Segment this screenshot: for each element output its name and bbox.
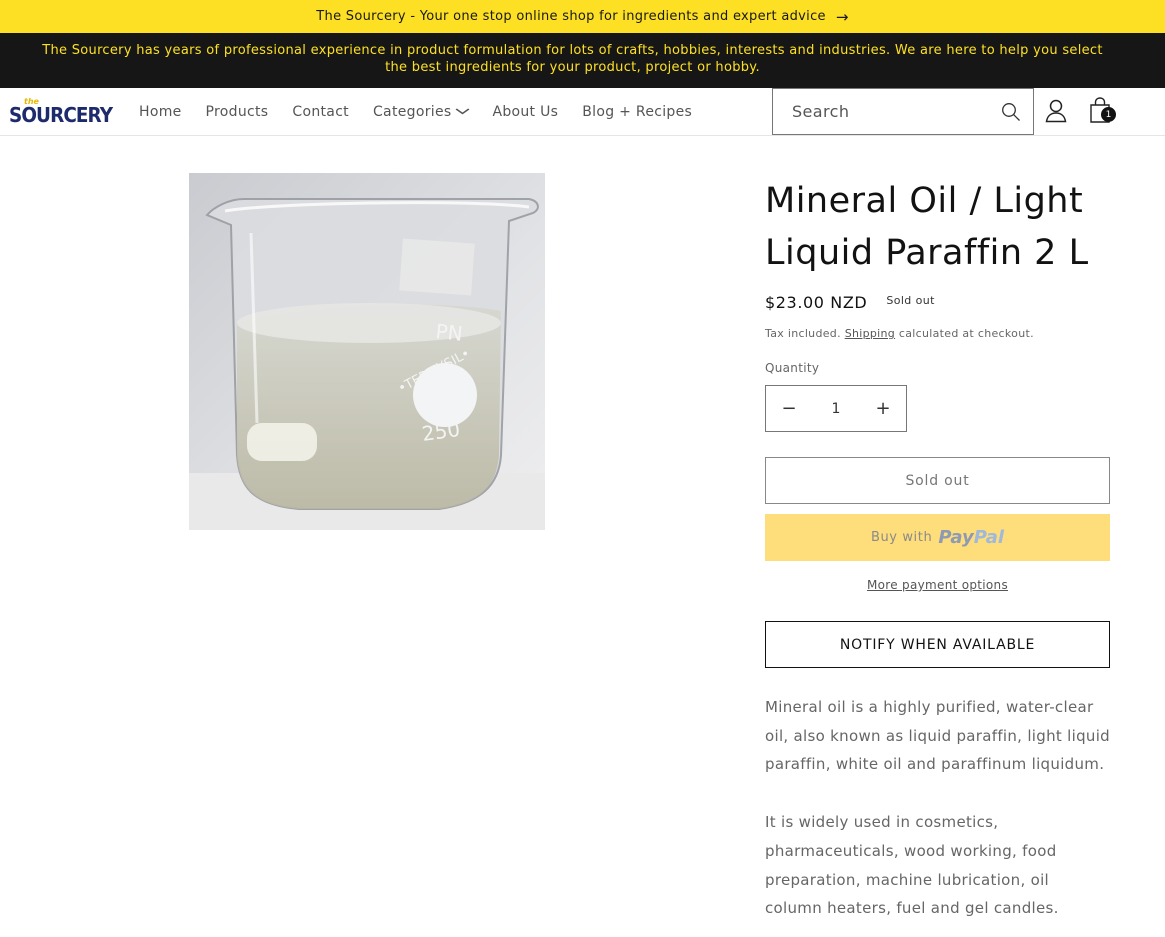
tax-prefix: Tax included. [765,327,841,340]
product-title: Mineral Oil / Light Liquid Paraffin 2 L [765,181,1089,273]
nav-about-us[interactable]: About Us [492,104,558,120]
price-row: $23.00 NZD Sold out [765,293,935,312]
announcement-text[interactable]: The Sourcery - Your one stop online shop… [316,9,826,24]
cart-count-badge: 1 [1101,107,1116,122]
arrow-right-icon[interactable]: → [836,8,849,26]
sold-out-button[interactable]: Sold out [765,457,1110,504]
paypal-prefix: Buy with [870,530,933,545]
shipping-link[interactable]: Shipping [845,327,895,340]
quantity-decrease-button[interactable]: − [766,386,812,431]
announcement-bar[interactable]: The Sourcery - Your one stop online shop… [0,0,1165,33]
nav-contact[interactable]: Contact [292,104,349,120]
chevron-down-icon [456,108,470,115]
site-logo[interactable]: the SOURCERY [9,97,113,127]
nav-categories-label: Categories [372,103,452,120]
account-icon[interactable] [1044,98,1068,124]
quantity-increase-button[interactable]: + [860,386,906,431]
site-header: the SOURCERY Home Products Contact Categ… [0,88,1165,136]
nav-products[interactable]: Products [206,104,269,120]
nav-categories[interactable]: Categories [372,103,470,120]
search-input[interactable]: Search [772,88,1034,135]
paypal-logo-pal: Pal [973,527,1005,548]
sold-out-badge: Sold out [886,294,935,307]
paypal-logo-pay: Pay [938,527,974,548]
paypal-button[interactable]: Buy with PayPal [765,514,1110,561]
nav-home[interactable]: Home [139,104,182,120]
info-bar-text: The Sourcery has years of professional e… [42,43,1103,75]
logo-wordmark: SOURCERY [9,103,113,127]
description-paragraph: It is widely used in cosmetics, pharmace… [765,813,1059,918]
product-image[interactable]: PN •TERMYSIL• 250 [189,173,545,530]
paypal-logo: PayPal [938,527,1004,548]
more-payment-options-link[interactable]: More payment options [765,578,1110,592]
nav-blog-recipes[interactable]: Blog + Recipes [582,104,692,120]
quantity-label: Quantity [765,361,820,375]
search-placeholder: Search [792,102,850,121]
tax-suffix: calculated at checkout. [898,327,1034,340]
quantity-input[interactable]: 1 [832,401,841,417]
product-description: Mineral oil is a highly purified, water-… [765,693,1110,937]
beaker-photo: PN •TERMYSIL• 250 [189,173,545,530]
main-nav: Home Products Contact Categories About U… [139,88,716,135]
info-bar: The Sourcery has years of professional e… [0,33,1165,88]
product-info: Mineral Oil / Light Liquid Paraffin 2 L … [765,175,1110,917]
tax-note: Tax included. Shipping calculated at che… [765,327,1034,340]
description-paragraph: Mineral oil is a highly purified, water-… [765,698,1110,774]
svg-text:PN: PN [434,319,463,346]
product-price: $23.00 NZD [765,293,868,312]
search-icon[interactable] [1001,102,1021,122]
quantity-stepper: − 1 + [765,385,907,432]
notify-when-available-button[interactable]: NOTIFY WHEN AVAILABLE [765,621,1110,668]
